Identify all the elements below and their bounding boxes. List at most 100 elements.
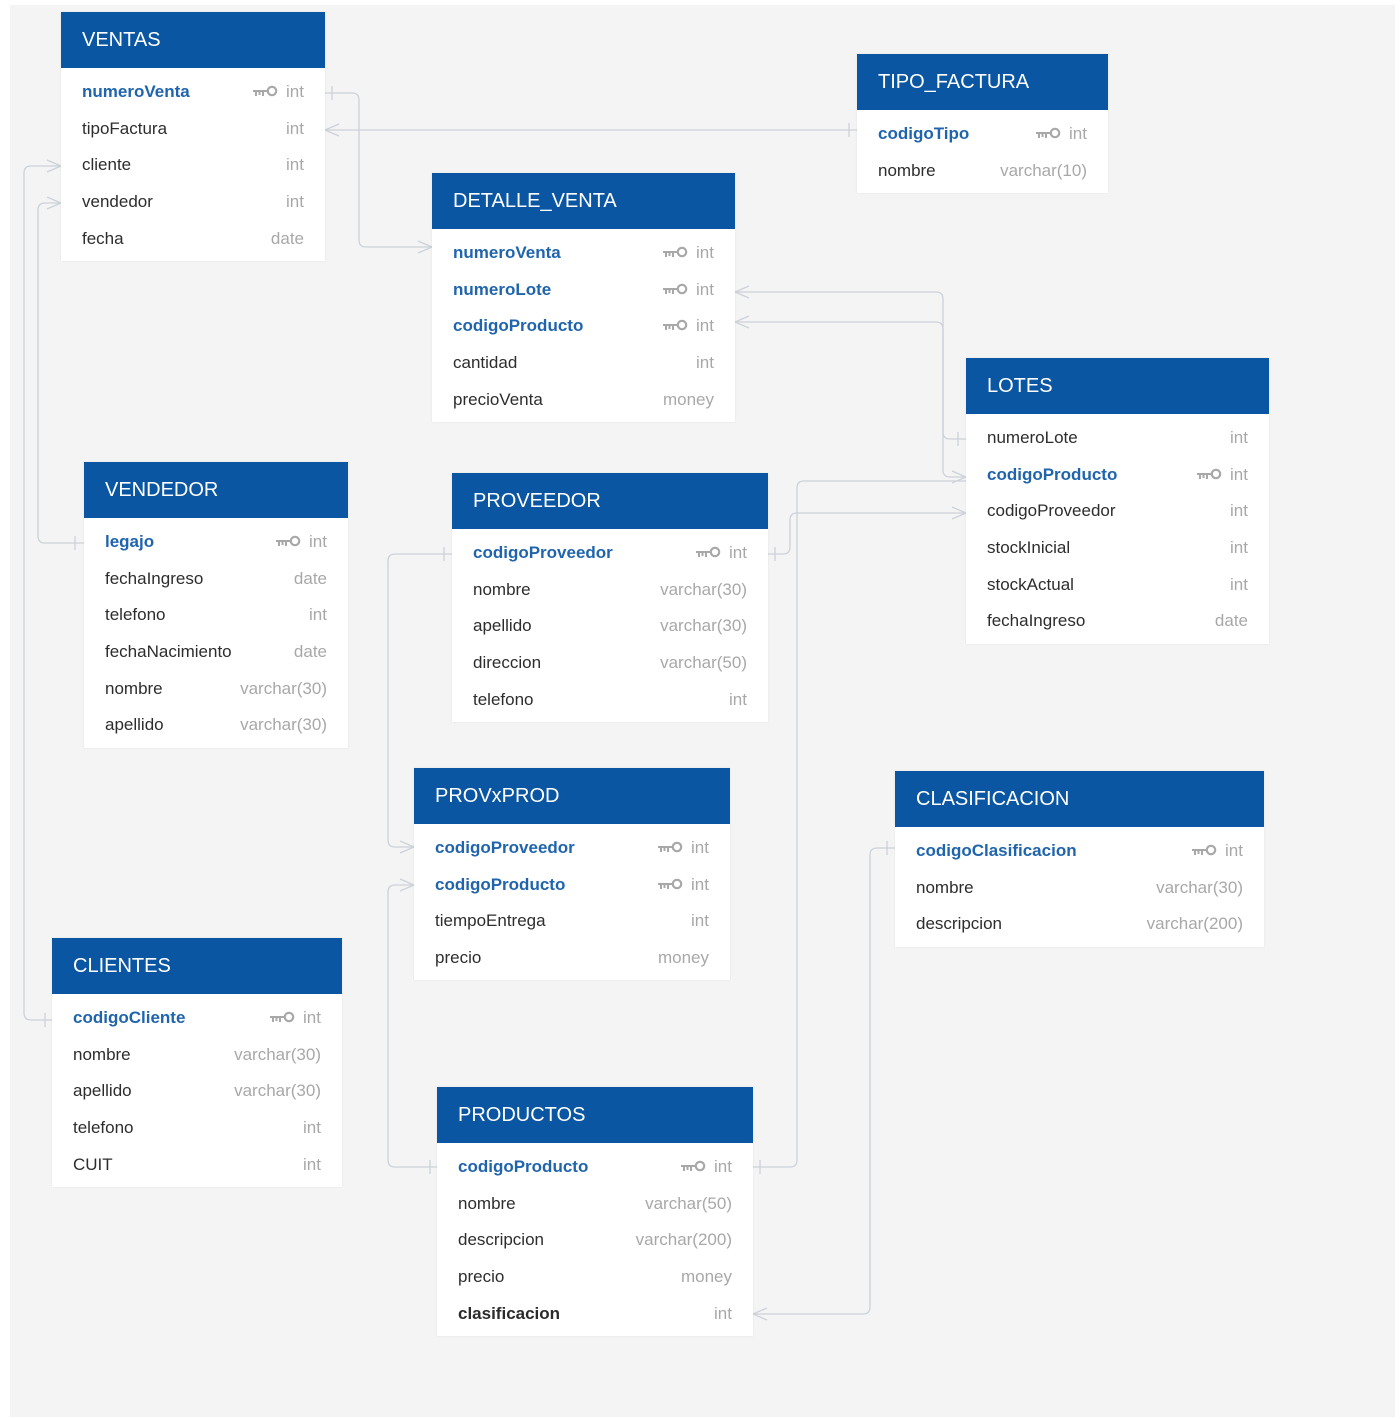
field-name: descripcion <box>916 914 1002 934</box>
field-name: codigoProducto <box>453 316 584 336</box>
field-row[interactable]: codigoProveedor int <box>452 535 768 572</box>
field-row[interactable]: legajo int <box>84 524 348 561</box>
field-row[interactable]: codigoProducto int <box>437 1149 753 1186</box>
field-name: codigoClasificacion <box>916 841 1077 861</box>
field-name: cantidad <box>453 353 518 373</box>
field-row[interactable]: precio money <box>414 940 730 977</box>
field-type: varchar(30) <box>234 1081 321 1101</box>
field-name: precio <box>458 1267 505 1287</box>
field-row[interactable]: fechaNacimiento date <box>84 634 348 671</box>
field-name: fechaIngreso <box>987 611 1086 631</box>
field-row[interactable]: fechaIngreso date <box>966 603 1269 640</box>
link-ventas-detalle <box>325 92 432 248</box>
field-row[interactable]: descripcion varchar(200) <box>895 906 1264 943</box>
table-title: PROVEEDOR <box>452 473 768 529</box>
key-icon <box>1196 468 1226 482</box>
field-type: int <box>696 243 714 263</box>
field-name: nombre <box>878 160 936 180</box>
field-name: legajo <box>105 532 155 552</box>
field-row[interactable]: fecha date <box>61 220 325 257</box>
field-row[interactable]: nombre varchar(10) <box>857 153 1108 190</box>
field-row[interactable]: codigoCliente int <box>52 1000 342 1037</box>
field-row[interactable]: nombre varchar(30) <box>895 870 1264 907</box>
table-ventas[interactable]: VENTAS numeroVenta int tipoFactura int clien… <box>61 12 325 261</box>
field-row[interactable]: numeroLote int <box>432 272 735 309</box>
field-row[interactable]: telefono int <box>452 681 768 718</box>
field-row[interactable]: tipoFactura int <box>61 111 325 148</box>
key-icon <box>1035 127 1065 141</box>
field-row[interactable]: codigoProducto int <box>414 867 730 904</box>
field-row[interactable]: nombre varchar(30) <box>452 572 768 609</box>
field-type: int <box>286 82 304 102</box>
link-proveedor-lotes <box>768 512 966 555</box>
field-row[interactable]: cantidad int <box>432 345 735 382</box>
field-row[interactable]: nombre varchar(50) <box>437 1186 753 1223</box>
field-name: tipoFactura <box>82 118 168 138</box>
key-icon <box>275 535 305 549</box>
field-type: money <box>680 1267 732 1287</box>
field-row[interactable]: stockActual int <box>966 566 1269 603</box>
table-lotes[interactable]: LOTES numeroLote int codigoProducto int codi… <box>966 358 1269 644</box>
key-icon <box>1191 844 1221 858</box>
field-list: codigoProveedor int nombre varchar(30) apell… <box>452 529 768 722</box>
field-row[interactable]: precioVenta money <box>432 381 735 418</box>
field-row[interactable]: vendedor int <box>61 184 325 221</box>
table-tipo-factura[interactable]: TIPO_FACTURA codigoTipo int nombre varchar(… <box>857 54 1108 194</box>
field-type: money <box>662 389 714 409</box>
table-clasificacion[interactable]: CLASIFICACION codigoClasificacion int nomb… <box>895 771 1264 947</box>
field-type: varchar(50) <box>660 653 747 673</box>
field-type: int <box>729 689 747 709</box>
field-row[interactable]: numeroLote int <box>966 420 1269 457</box>
field-row[interactable]: direccion varchar(50) <box>452 645 768 682</box>
table-productos[interactable]: PRODUCTOS codigoProducto int nombre varchar… <box>437 1087 753 1336</box>
field-type: int <box>1230 501 1248 521</box>
table-detalle-venta[interactable]: DETALLE_VENTA numeroVenta int numeroLote in… <box>432 173 735 422</box>
field-row[interactable]: codigoProveedor int <box>966 493 1269 530</box>
field-row[interactable]: cliente int <box>61 147 325 184</box>
field-name: codigoProducto <box>435 874 566 894</box>
table-clientes[interactable]: CLIENTES codigoCliente int nombre varchar(3… <box>52 938 342 1187</box>
table-title: PRODUCTOS <box>437 1087 753 1143</box>
field-row[interactable]: stockInicial int <box>966 530 1269 567</box>
field-row[interactable]: precio money <box>437 1259 753 1296</box>
field-list: codigoClasificacion int nombre varchar(30) d… <box>895 827 1264 947</box>
field-name: cliente <box>82 155 132 175</box>
field-row[interactable]: codigoProducto int <box>966 457 1269 494</box>
field-name: vendedor <box>82 192 153 212</box>
field-row[interactable]: clasificacion int <box>437 1295 753 1332</box>
field-row[interactable]: numeroVenta int <box>61 74 325 111</box>
field-name: apellido <box>73 1081 132 1101</box>
field-name: nombre <box>473 579 531 599</box>
field-row[interactable]: CUIT int <box>52 1146 342 1183</box>
field-row[interactable]: descripcion varchar(200) <box>437 1222 753 1259</box>
field-name: precioVenta <box>453 389 543 409</box>
field-row[interactable]: apellido varchar(30) <box>52 1073 342 1110</box>
field-row[interactable]: codigoTipo int <box>857 116 1108 153</box>
field-row[interactable]: fechaIngreso date <box>84 561 348 598</box>
field-row[interactable]: telefono int <box>84 597 348 634</box>
field-type: varchar(30) <box>240 678 327 698</box>
field-name: CUIT <box>73 1154 113 1174</box>
table-provxprod[interactable]: PROVxPROD codigoProveedor int codigoProduc… <box>414 768 730 981</box>
field-row[interactable]: telefono int <box>52 1110 342 1147</box>
field-row[interactable]: apellido varchar(30) <box>452 608 768 645</box>
field-row[interactable]: tiempoEntrega int <box>414 903 730 940</box>
field-type: int <box>729 543 747 563</box>
table-vendedor[interactable]: VENDEDOR legajo int fechaIngreso date telefo… <box>84 462 348 748</box>
field-list: numeroVenta int tipoFactura int cliente int ve… <box>61 68 325 261</box>
field-row[interactable]: codigoProducto int <box>432 308 735 345</box>
field-type: int <box>1230 464 1248 484</box>
field-name: descripcion <box>458 1230 544 1250</box>
table-proveedor[interactable]: PROVEEDOR codigoProveedor int nombre varcha… <box>452 473 768 722</box>
field-row[interactable]: numeroVenta int <box>432 235 735 272</box>
field-name: fecha <box>82 228 124 248</box>
link-detalle-lotes-producto <box>735 321 966 478</box>
field-row[interactable]: nombre varchar(30) <box>52 1037 342 1074</box>
field-type: int <box>1230 428 1248 448</box>
field-row[interactable]: apellido varchar(30) <box>84 707 348 744</box>
field-type: date <box>293 642 327 662</box>
field-row[interactable]: codigoProveedor int <box>414 830 730 867</box>
field-row[interactable]: codigoClasificacion int <box>895 833 1264 870</box>
table-title: DETALLE_VENTA <box>432 173 735 229</box>
field-row[interactable]: nombre varchar(30) <box>84 670 348 707</box>
